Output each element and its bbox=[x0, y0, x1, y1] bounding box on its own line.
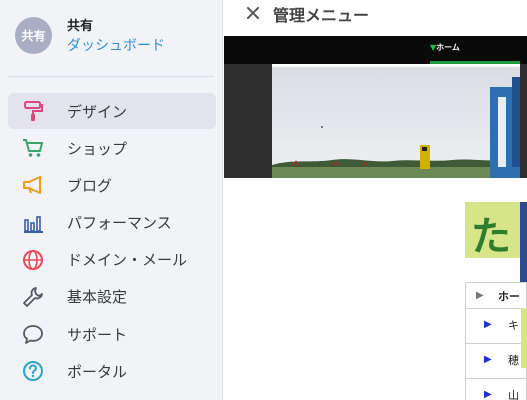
sidebar-item-blog[interactable]: ブログ bbox=[8, 167, 216, 203]
preview-home-label: ホーム bbox=[436, 43, 460, 52]
preview-dark-right bbox=[520, 64, 527, 178]
main-panel: 管理メニュー ▼ホーム た ▶ ホー ▶ キ ▶ 穂 ▶ 山 bbox=[224, 0, 527, 400]
paint-roller-icon bbox=[21, 100, 45, 122]
sidebar-item-label: サポート bbox=[67, 325, 128, 344]
sidebar: 共有 共有 ダッシュボード デザイン ショップ ブログ パフォーマンス ドメイン… bbox=[0, 0, 223, 400]
preview-menu: ▶ ホー ▶ キ ▶ 穂 ▶ 山 bbox=[465, 282, 527, 400]
triangle-right-icon: ▶ bbox=[484, 319, 492, 330]
triangle-right-icon: ▶ bbox=[484, 354, 492, 365]
preview-banner: た bbox=[465, 202, 527, 258]
preview-home-tab[interactable]: ▼ホーム bbox=[430, 42, 460, 53]
panel-title: 管理メニュー bbox=[273, 6, 370, 25]
globe-icon bbox=[21, 249, 45, 271]
megaphone-icon bbox=[21, 174, 45, 196]
preview-menu-label: 山 bbox=[508, 389, 519, 400]
preview-menu-label: 穂 bbox=[508, 354, 519, 367]
sidebar-item-domain-mail[interactable]: ドメイン・メール bbox=[8, 242, 216, 278]
preview-menu-label: キ bbox=[508, 319, 519, 332]
preview-dark-left bbox=[224, 64, 272, 178]
account-header[interactable]: 共有 共有 ダッシュボード bbox=[15, 15, 215, 59]
sidebar-item-label: ショップ bbox=[67, 139, 128, 158]
cart-icon bbox=[21, 137, 45, 159]
chat-bubble-icon bbox=[21, 323, 45, 345]
preview-hero-photo bbox=[272, 67, 527, 178]
preview-side-green bbox=[521, 308, 527, 368]
sidebar-item-portal[interactable]: ポータル bbox=[8, 353, 216, 389]
sidebar-item-settings[interactable]: 基本設定 bbox=[8, 279, 216, 315]
sidebar-item-label: パフォーマンス bbox=[67, 214, 172, 233]
preview-banner-text: た bbox=[471, 214, 511, 258]
account-name: 共有 bbox=[67, 19, 94, 34]
triangle-right-icon: ▶ bbox=[484, 389, 492, 400]
sidebar-item-support[interactable]: サポート bbox=[8, 316, 216, 352]
dashboard-link[interactable]: ダッシュボード bbox=[67, 35, 165, 55]
divider bbox=[8, 76, 214, 77]
preview-menu-item[interactable]: ▶ 穂 bbox=[465, 344, 527, 379]
sidebar-item-design[interactable]: デザイン bbox=[8, 93, 216, 129]
preview-menu-item[interactable]: ▶ キ bbox=[465, 309, 527, 344]
help-circle-icon bbox=[21, 360, 45, 382]
sidebar-item-label: ポータル bbox=[67, 362, 128, 381]
sidebar-item-label: 基本設定 bbox=[67, 288, 128, 307]
sidebar-item-label: デザイン bbox=[67, 102, 128, 121]
preview-menu-item[interactable]: ▶ 山 bbox=[465, 379, 527, 400]
wrench-icon bbox=[21, 286, 45, 308]
sidebar-item-label: ドメイン・メール bbox=[67, 251, 188, 270]
preview-tab-underline bbox=[430, 61, 520, 64]
preview-topbar bbox=[224, 36, 527, 64]
bar-chart-icon bbox=[21, 212, 45, 234]
preview-menu-label: ホー bbox=[498, 290, 520, 303]
sidebar-item-shop[interactable]: ショップ bbox=[8, 130, 216, 166]
triangle-right-icon: ▶ bbox=[476, 290, 484, 301]
panel-header: 管理メニュー bbox=[224, 0, 527, 34]
close-icon[interactable] bbox=[246, 4, 262, 20]
site-preview[interactable]: ▼ホーム た ▶ ホー ▶ キ ▶ 穂 ▶ 山 bbox=[224, 36, 527, 400]
avatar[interactable]: 共有 bbox=[15, 17, 52, 54]
sidebar-nav: デザイン ショップ ブログ パフォーマンス ドメイン・メール 基本設定 サポート… bbox=[8, 93, 216, 391]
sidebar-item-performance[interactable]: パフォーマンス bbox=[8, 205, 216, 241]
preview-menu-item[interactable]: ▶ ホー bbox=[465, 282, 527, 309]
sidebar-item-label: ブログ bbox=[67, 176, 113, 195]
